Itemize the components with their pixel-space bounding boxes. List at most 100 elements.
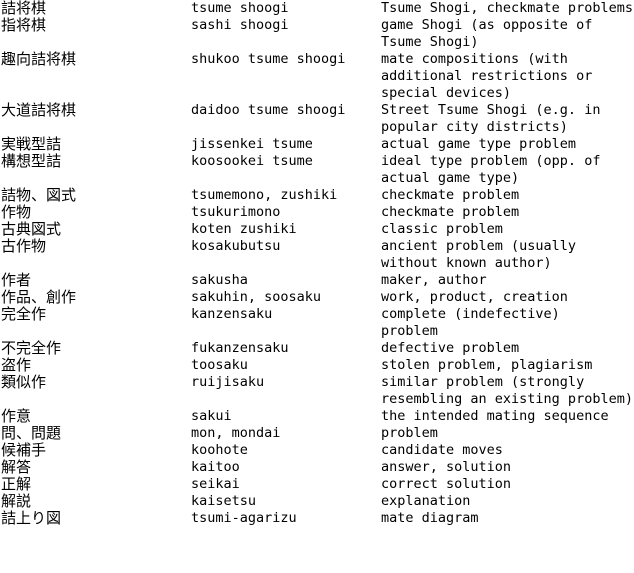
term-english: special devices) (381, 85, 512, 101)
glossary-row: problem (0, 323, 634, 340)
term-english: answer, solution (381, 459, 512, 475)
term-japanese: 古典図式 (1, 220, 62, 238)
term-english: ideal type problem (opp. of (381, 153, 601, 169)
term-japanese: 解説 (1, 492, 32, 510)
glossary-row: 完全作 kanzensaku complete (indefective) (0, 306, 634, 323)
glossary-row: 問、問題 mon, mondai problem (0, 425, 634, 442)
term-romaji: sakui (191, 408, 232, 424)
term-english: without known author) (381, 255, 552, 271)
term-romaji: koohote (191, 442, 248, 458)
term-english: work, product, creation (381, 289, 568, 305)
glossary-row: 正解 seikai correct solution (0, 476, 634, 493)
term-english: maker, author (381, 272, 487, 288)
glossary-row: 詰上り図 tsumi-agarizu mate diagram (0, 510, 634, 527)
term-english: Tsume Shogi, checkmate problems (381, 0, 633, 16)
glossary-row: 類似作 ruijisaku similar problem (strongly (0, 374, 634, 391)
term-english: game Shogi (as opposite of (381, 17, 593, 33)
term-japanese: 問、問題 (1, 424, 62, 442)
term-romaji: tsumemono, zushiki (191, 187, 338, 203)
term-japanese: 構想型詰 (1, 152, 62, 170)
glossary-row: 作品、創作 sakuhin, soosaku work, product, crea… (0, 289, 634, 306)
term-romaji: daidoo tsume shoogi (191, 102, 346, 118)
term-english: the intended mating sequence (381, 408, 609, 424)
term-japanese: 正解 (1, 475, 32, 493)
glossary-row: special devices) (0, 85, 634, 102)
term-japanese: 詰上り図 (1, 509, 62, 527)
term-japanese: 盗作 (1, 356, 32, 374)
glossary-row: actual game type) (0, 170, 634, 187)
term-romaji: sakusha (191, 272, 248, 288)
term-japanese: 詰物、図式 (1, 186, 77, 204)
term-english: classic problem (381, 221, 503, 237)
term-english: actual game type problem (381, 136, 577, 152)
term-japanese: 実戦型詰 (1, 135, 62, 153)
glossary-row: without known author) (0, 255, 634, 272)
glossary-row: 解説 kaisetsu explanation (0, 493, 634, 510)
term-japanese: 作意 (1, 407, 32, 425)
glossary-row: 詰物、図式 tsumemono, zushiki checkmate problem (0, 187, 634, 204)
term-japanese: 趣向詰将棋 (1, 50, 77, 68)
glossary-row: additional restrictions or (0, 68, 634, 85)
term-english: Tsume Shogi) (381, 34, 479, 50)
term-english: correct solution (381, 476, 512, 492)
term-english: complete (indefective) (381, 306, 560, 322)
term-english: mate diagram (381, 510, 479, 526)
term-romaji: tsume shoogi (191, 0, 289, 16)
term-english: resembling an existing problem) (381, 391, 633, 407)
term-romaji: kaisetsu (191, 493, 257, 509)
term-english: similar problem (strongly (381, 374, 585, 390)
term-romaji: ruijisaku (191, 374, 265, 390)
glossary-row: 古典図式 koten zushiki classic problem (0, 221, 634, 238)
term-english: mate compositions (with (381, 51, 568, 67)
term-romaji: sashi shoogi (191, 17, 289, 33)
glossary-row: 趣向詰将棋 shukoo tsume shoogi mate composition… (0, 51, 634, 68)
glossary-row: 解答 kaitoo answer, solution (0, 459, 634, 476)
glossary-row: resembling an existing problem) (0, 391, 634, 408)
glossary-row: 古作物 kosakubutsu ancient problem (usually (0, 238, 634, 255)
term-romaji: jissenkei tsume (191, 136, 313, 152)
term-english: Street Tsume Shogi (e.g. in (381, 102, 601, 118)
glossary-row: 作者 sakusha maker, author (0, 272, 634, 289)
term-english: explanation (381, 493, 471, 509)
term-japanese: 完全作 (1, 305, 47, 323)
term-english: ancient problem (usually (381, 238, 577, 254)
glossary-table: 詰将棋 tsume shoogi Tsume Shogi, checkmate pr… (0, 0, 634, 573)
term-romaji: toosaku (191, 357, 248, 373)
term-romaji: fukanzensaku (191, 340, 289, 356)
term-english: stolen problem, plagiarism (381, 357, 593, 373)
term-japanese: 作物 (1, 203, 32, 221)
term-japanese: 解答 (1, 458, 32, 476)
term-romaji: seikai (191, 476, 240, 492)
term-romaji: shukoo tsume shoogi (191, 51, 346, 67)
term-english: popular city districts) (381, 119, 568, 135)
glossary-row: Tsume Shogi) (0, 34, 634, 51)
glossary-row: 作物 tsukurimono checkmate problem (0, 204, 634, 221)
term-romaji: koten zushiki (191, 221, 297, 237)
glossary-row: 構想型詰 koosookei tsume ideal type problem (o… (0, 153, 634, 170)
glossary-row: popular city districts) (0, 119, 634, 136)
term-english: problem (381, 323, 438, 339)
term-japanese: 指将棋 (1, 16, 47, 34)
term-english: problem (381, 425, 438, 441)
term-japanese: 作品、創作 (1, 288, 77, 306)
term-english: defective problem (381, 340, 520, 356)
glossary-row: 実戦型詰 jissenkei tsume actual game type prob… (0, 136, 634, 153)
term-romaji: tsukurimono (191, 204, 281, 220)
term-english: checkmate problem (381, 187, 520, 203)
term-japanese: 不完全作 (1, 339, 62, 357)
term-japanese: 作者 (1, 271, 32, 289)
term-romaji: kosakubutsu (191, 238, 281, 254)
term-japanese: 大道詰将棋 (1, 101, 77, 119)
glossary-row: 盗作 toosaku stolen problem, plagiarism (0, 357, 634, 374)
glossary-row: 指将棋 sashi shoogi game Shogi (as opposite o… (0, 17, 634, 34)
glossary-row: 不完全作 fukanzensaku defective problem (0, 340, 634, 357)
term-japanese: 詰将棋 (1, 0, 47, 17)
term-japanese: 古作物 (1, 237, 47, 255)
term-english: actual game type) (381, 170, 520, 186)
term-japanese: 類似作 (1, 373, 47, 391)
term-romaji: kaitoo (191, 459, 240, 475)
glossary-row: 作意 sakui the intended mating sequence (0, 408, 634, 425)
term-english: candidate moves (381, 442, 503, 458)
term-english: checkmate problem (381, 204, 520, 220)
glossary-row: 大道詰将棋 daidoo tsume shoogi Street Tsume Sho… (0, 102, 634, 119)
